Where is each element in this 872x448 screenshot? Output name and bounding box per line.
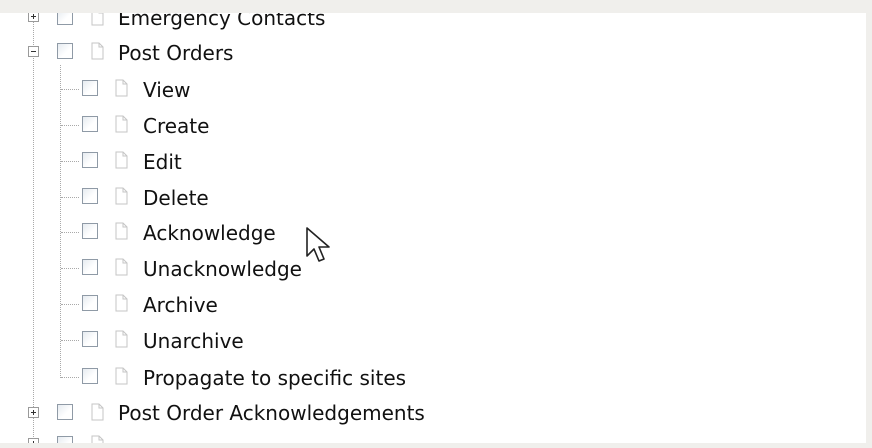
tree-item-emergency-contacts[interactable]: Emergency Contacts	[0, 13, 700, 33]
tree-item-view[interactable]: View	[0, 75, 700, 105]
checkbox[interactable]	[82, 152, 98, 168]
checkbox[interactable]	[82, 80, 98, 96]
checkbox[interactable]	[57, 43, 73, 59]
tree-item-label: Unacknowledge	[143, 257, 302, 281]
document-icon	[91, 403, 104, 421]
checkbox[interactable]	[82, 295, 98, 311]
tree-item-archive[interactable]: Archive	[0, 290, 700, 320]
tree-item-post-order-acknowledgements[interactable]: Post Order Acknowledgements	[0, 398, 700, 428]
tree-item-unacknowledge[interactable]: Unacknowledge	[0, 254, 700, 284]
tree-item-next[interactable]	[0, 433, 700, 443]
checkbox[interactable]	[82, 368, 98, 384]
checkbox[interactable]	[57, 404, 73, 420]
tree-connector-line	[61, 89, 79, 90]
tree-item-create[interactable]: Create	[0, 111, 700, 141]
tree-item-label: Post Order Acknowledgements	[118, 401, 425, 425]
tree-item-label: Unarchive	[143, 329, 244, 353]
document-icon	[115, 79, 128, 97]
document-icon	[115, 330, 128, 348]
tree-item-label: Archive	[143, 293, 218, 317]
expand-icon[interactable]	[28, 407, 39, 418]
checkbox[interactable]	[82, 331, 98, 347]
tree-connector-line	[61, 232, 79, 233]
tree-connector-line	[61, 268, 79, 269]
tree-connector-line	[61, 197, 79, 198]
expand-icon[interactable]	[28, 438, 39, 443]
mouse-cursor-icon	[306, 227, 330, 262]
collapse-icon[interactable]	[28, 46, 39, 57]
tree-item-label: Delete	[143, 186, 209, 210]
tree-item-post-orders[interactable]: Post Orders	[0, 38, 700, 68]
document-icon	[91, 42, 104, 60]
tree-item-propagate-to-specific-sites[interactable]: Propagate to specific sites	[0, 363, 700, 393]
document-icon	[115, 187, 128, 205]
document-icon	[115, 258, 128, 276]
permissions-tree: Emergency Contacts Post Orders View Crea…	[0, 13, 866, 443]
tree-connector-line	[61, 340, 79, 341]
tree-item-label: Edit	[143, 150, 182, 174]
document-icon	[115, 294, 128, 312]
tree-item-label: View	[143, 78, 191, 102]
tree-item-unarchive[interactable]: Unarchive	[0, 326, 700, 356]
document-icon	[115, 151, 128, 169]
checkbox[interactable]	[57, 13, 73, 25]
document-icon	[91, 435, 104, 443]
tree-item-label: Emergency Contacts	[118, 13, 326, 30]
permissions-tree-panel: Emergency Contacts Post Orders View Crea…	[0, 13, 866, 443]
document-icon	[115, 367, 128, 385]
tree-item-label: Propagate to specific sites	[143, 366, 407, 390]
tree-item-delete[interactable]: Delete	[0, 183, 700, 213]
checkbox[interactable]	[82, 259, 98, 275]
document-icon	[91, 13, 104, 26]
tree-item-acknowledge[interactable]: Acknowledge	[0, 218, 700, 248]
tree-item-label: Create	[143, 114, 210, 138]
document-icon	[115, 115, 128, 133]
tree-connector-line	[61, 377, 79, 378]
tree-connector-line	[61, 161, 79, 162]
checkbox[interactable]	[82, 188, 98, 204]
document-icon	[115, 222, 128, 240]
tree-connector-line	[61, 304, 79, 305]
tree-item-edit[interactable]: Edit	[0, 147, 700, 177]
tree-item-label: Post Orders	[118, 41, 234, 65]
checkbox[interactable]	[82, 116, 98, 132]
checkbox[interactable]	[82, 223, 98, 239]
checkbox[interactable]	[57, 436, 73, 443]
tree-item-label: Acknowledge	[143, 221, 276, 245]
expand-icon[interactable]	[28, 13, 39, 22]
tree-connector-line	[61, 125, 79, 126]
